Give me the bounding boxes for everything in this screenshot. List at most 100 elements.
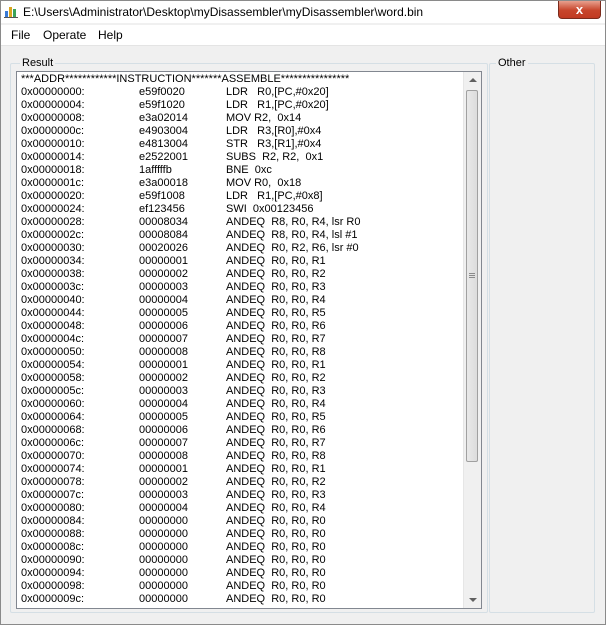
list-item[interactable]: 0x00000018: 1afffffb BNE 0xc: [21, 164, 461, 177]
row-assembly: LDR R0,[PC,#0x20]: [226, 86, 329, 98]
list-item[interactable]: 0x00000070: 00000008 ANDEQ R0, R0, R8: [21, 450, 461, 463]
window-title: E:\Users\Administrator\Desktop\myDisasse…: [23, 5, 424, 19]
row-address: 0x00000080:: [21, 502, 85, 514]
list-header: ***ADDR************INSTRUCTION*******ASS…: [21, 73, 350, 85]
close-button[interactable]: x: [558, 1, 601, 19]
scrollbar-thumb[interactable]: [466, 90, 478, 462]
other-group-label: Other: [496, 57, 528, 69]
row-address: 0x00000060:: [21, 398, 85, 410]
list-item[interactable]: 0x00000004: e59f1020 LDR R1,[PC,#0x20]: [21, 99, 461, 112]
row-address: 0x0000003c:: [21, 281, 84, 293]
list-item[interactable]: 0x00000058: 00000002 ANDEQ R0, R0, R2: [21, 372, 461, 385]
other-group: [489, 63, 595, 613]
list-item[interactable]: 0x0000008c: 00000000 ANDEQ R0, R0, R0: [21, 541, 461, 554]
list-item[interactable]: 0x0000003c: 00000003 ANDEQ R0, R0, R3: [21, 281, 461, 294]
list-item[interactable]: 0x00000050: 00000008 ANDEQ R0, R0, R8: [21, 346, 461, 359]
row-address: 0x00000044:: [21, 307, 85, 319]
row-address: 0x00000094:: [21, 567, 85, 579]
list-item[interactable]: 0x00000014: e2522001 SUBS R2, R2, 0x1: [21, 151, 461, 164]
menu-file[interactable]: File: [11, 28, 30, 42]
row-address: 0x00000070:: [21, 450, 85, 462]
list-item[interactable]: 0x00000000: e59f0020 LDR R0,[PC,#0x20]: [21, 86, 461, 99]
list-item[interactable]: 0x00000034: 00000001 ANDEQ R0, R0, R1: [21, 255, 461, 268]
row-instruction: 00000007: [139, 333, 188, 345]
row-instruction: 00000006: [139, 424, 188, 436]
menu-operate[interactable]: Operate: [43, 28, 86, 42]
list-item[interactable]: 0x00000080: 00000004 ANDEQ R0, R0, R4: [21, 502, 461, 515]
list-item[interactable]: 0x0000005c: 00000003 ANDEQ R0, R0, R3: [21, 385, 461, 398]
list-item[interactable]: 0x00000090: 00000000 ANDEQ R0, R0, R0: [21, 554, 461, 567]
list-item[interactable]: 0x00000064: 00000005 ANDEQ R0, R0, R5: [21, 411, 461, 424]
row-assembly: SUBS R2, R2, 0x1: [226, 151, 324, 163]
row-instruction: 00000001: [139, 359, 188, 371]
row-assembly: ANDEQ R0, R0, R1: [226, 463, 326, 475]
list-item[interactable]: 0x0000006c: 00000007 ANDEQ R0, R0, R7: [21, 437, 461, 450]
row-address: 0x00000088:: [21, 528, 85, 540]
list-item[interactable]: 0x0000004c: 00000007 ANDEQ R0, R0, R7: [21, 333, 461, 346]
row-instruction: 00008084: [139, 229, 188, 241]
list-item[interactable]: 0x00000030: 00020026 ANDEQ R0, R2, R6, lsr…: [21, 242, 461, 255]
list-item[interactable]: 0x00000088: 00000000 ANDEQ R0, R0, R0: [21, 528, 461, 541]
list-item[interactable]: 0x0000000c: e4903004 LDR R3,[R0],#0x4: [21, 125, 461, 138]
row-assembly: ANDEQ R0, R0, R3: [226, 281, 326, 293]
list-item[interactable]: 0x00000040: 00000004 ANDEQ R0, R0, R4: [21, 294, 461, 307]
row-assembly: ANDEQ R0, R0, R1: [226, 359, 326, 371]
row-address: 0x00000008:: [21, 112, 85, 124]
list-item[interactable]: 0x00000008: e3a02014 MOV R2, 0x14: [21, 112, 461, 125]
row-address: 0x00000034:: [21, 255, 85, 267]
list-item[interactable]: 0x0000001c: e3a00018 MOV R0, 0x18: [21, 177, 461, 190]
vertical-scrollbar[interactable]: [463, 72, 481, 608]
result-listbox[interactable]: ***ADDR************INSTRUCTION*******ASS…: [16, 71, 482, 609]
grip-line: [469, 275, 475, 276]
list-item[interactable]: 0x00000074: 00000001 ANDEQ R0, R0, R1: [21, 463, 461, 476]
row-instruction: 00000008: [139, 346, 188, 358]
list-item[interactable]: 0x00000098: 00000000 ANDEQ R0, R0, R0: [21, 580, 461, 593]
scroll-down-arrow-icon[interactable]: [469, 598, 477, 602]
row-address: 0x0000006c:: [21, 437, 84, 449]
row-address: 0x00000018:: [21, 164, 85, 176]
row-address: 0x0000004c:: [21, 333, 84, 345]
row-assembly: ANDEQ R0, R0, R8: [226, 450, 326, 462]
row-address: 0x0000002c:: [21, 229, 84, 241]
row-instruction: 00000000: [139, 567, 188, 579]
row-instruction: e59f0020: [139, 86, 185, 98]
row-instruction: 1afffffb: [139, 164, 172, 176]
scroll-up-arrow-icon[interactable]: [469, 78, 477, 82]
list-item[interactable]: 0x0000007c: 00000003 ANDEQ R0, R0, R3: [21, 489, 461, 502]
row-address: 0x00000048:: [21, 320, 85, 332]
row-address: 0x00000024:: [21, 203, 85, 215]
list-item[interactable]: 0x00000078: 00000002 ANDEQ R0, R0, R2: [21, 476, 461, 489]
row-instruction: e3a02014: [139, 112, 188, 124]
row-instruction: 00000002: [139, 268, 188, 280]
list-item[interactable]: 0x00000094: 00000000 ANDEQ R0, R0, R0: [21, 567, 461, 580]
list-item[interactable]: 0x00000044: 00000005 ANDEQ R0, R0, R5: [21, 307, 461, 320]
row-instruction: 00000004: [139, 502, 188, 514]
row-assembly: ANDEQ R0, R0, R7: [226, 333, 326, 345]
list-item[interactable]: 0x00000024: ef123456 SWI 0x00123456: [21, 203, 461, 216]
row-instruction: 00000004: [139, 398, 188, 410]
row-assembly: LDR R1,[PC,#0x8]: [226, 190, 323, 202]
row-address: 0x0000009c:: [21, 593, 84, 605]
row-instruction: 00000002: [139, 372, 188, 384]
list-item[interactable]: 0x0000009c: 00000000 ANDEQ R0, R0, R0: [21, 593, 461, 606]
list-item[interactable]: 0x00000084: 00000000 ANDEQ R0, R0, R0: [21, 515, 461, 528]
list-item[interactable]: 0x00000020: e59f1008 LDR R1,[PC,#0x8]: [21, 190, 461, 203]
list-item[interactable]: 0x0000002c: 00008084 ANDEQ R8, R0, R4, lsl…: [21, 229, 461, 242]
menu-help[interactable]: Help: [98, 28, 123, 42]
row-instruction: 00000000: [139, 554, 188, 566]
grip-line: [469, 273, 475, 274]
row-instruction: 00000000: [139, 528, 188, 540]
title-bar[interactable]: E:\Users\Administrator\Desktop\myDisasse…: [1, 1, 605, 23]
row-instruction: e59f1020: [139, 99, 185, 111]
row-instruction: 00000000: [139, 515, 188, 527]
list-item[interactable]: 0x00000010: e4813004 STR R3,[R1],#0x4: [21, 138, 461, 151]
list-item[interactable]: 0x00000060: 00000004 ANDEQ R0, R0, R4: [21, 398, 461, 411]
row-assembly: ANDEQ R0, R0, R6: [226, 424, 326, 436]
list-item[interactable]: 0x00000028: 00008034 ANDEQ R8, R0, R4, lsr…: [21, 216, 461, 229]
row-address: 0x0000008c:: [21, 541, 84, 553]
list-item[interactable]: 0x00000048: 00000006 ANDEQ R0, R0, R6: [21, 320, 461, 333]
list-item[interactable]: 0x00000068: 00000006 ANDEQ R0, R0, R6: [21, 424, 461, 437]
row-instruction: 00000003: [139, 385, 188, 397]
list-item[interactable]: 0x00000038: 00000002 ANDEQ R0, R0, R2: [21, 268, 461, 281]
list-item[interactable]: 0x00000054: 00000001 ANDEQ R0, R0, R1: [21, 359, 461, 372]
